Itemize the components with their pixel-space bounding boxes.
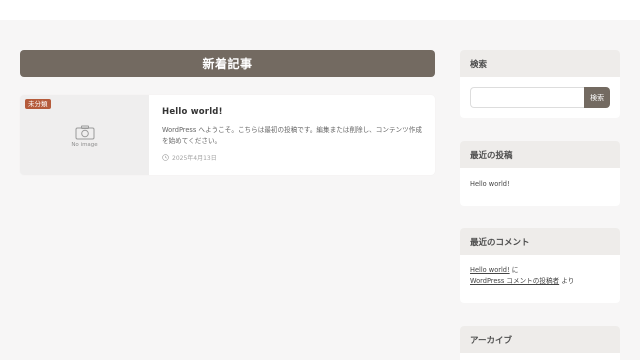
post-body: Hello world! WordPress へようこそ。こちらは最初の投稿です… <box>149 95 435 175</box>
archives-title: アーカイブ <box>460 326 620 353</box>
post-thumbnail[interactable]: 未分類 No image <box>20 95 149 175</box>
post-card[interactable]: 未分類 No image Hello world! WordPress へようこ… <box>20 95 435 175</box>
comment-suffix: より <box>561 277 575 285</box>
section-heading-new-posts: 新着記事 <box>20 50 435 77</box>
search-widget-title: 検索 <box>460 50 620 77</box>
search-button[interactable]: 検索 <box>584 87 610 108</box>
comment-author-link[interactable]: WordPress コメントの投稿者 <box>470 277 559 285</box>
recent-comments-title: 最近のコメント <box>460 228 620 255</box>
comment-entry: Hello world! に <box>470 265 610 276</box>
category-badge: 未分類 <box>25 99 51 109</box>
search-widget: 検索 検索 <box>460 50 620 118</box>
post-date-text: 2025年4月13日 <box>172 155 217 162</box>
post-excerpt: WordPress へようこそ。こちらは最初の投稿です。編集または削除し、コンテ… <box>162 126 422 145</box>
clock-icon <box>162 154 169 161</box>
site-header-bar <box>0 0 640 20</box>
recent-comments-widget: 最近のコメント Hello world! に WordPress コメントの投稿… <box>460 228 620 303</box>
recent-posts-widget: 最近の投稿 Hello world! <box>460 141 620 206</box>
camera-icon <box>75 125 94 139</box>
recent-posts-list: Hello world! <box>460 168 620 190</box>
archives-widget: アーカイブ <box>460 326 620 360</box>
recent-post-link[interactable]: Hello world! <box>470 180 510 188</box>
post-title[interactable]: Hello world! <box>162 107 422 117</box>
recent-comments-list: Hello world! に WordPress コメントの投稿者 より <box>460 255 620 287</box>
search-form: 検索 <box>460 77 620 108</box>
recent-posts-title: 最近の投稿 <box>460 141 620 168</box>
comment-post-link[interactable]: Hello world! <box>470 266 510 274</box>
comment-author-line: WordPress コメントの投稿者 より <box>470 276 610 287</box>
search-input[interactable] <box>470 87 585 108</box>
comment-joiner: に <box>511 266 519 274</box>
no-image-label: No image <box>71 141 98 148</box>
post-date: 2025年4月13日 <box>162 153 422 162</box>
